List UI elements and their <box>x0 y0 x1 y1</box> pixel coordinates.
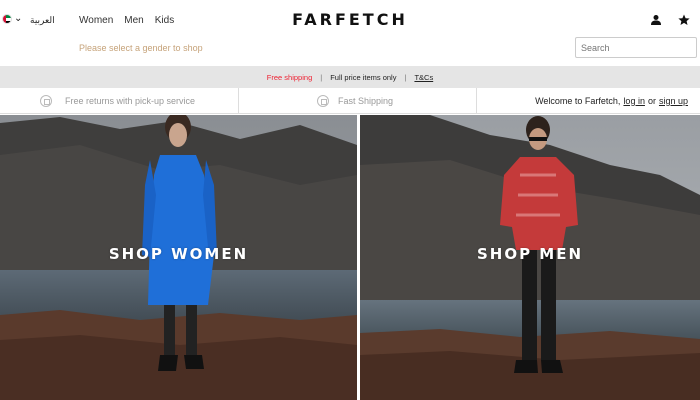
free-shipping-text: Free shipping <box>266 72 313 82</box>
login-link[interactable]: log in <box>623 96 645 106</box>
wishlist-star-icon[interactable] <box>678 14 690 26</box>
gender-hint: Please select a gender to shop <box>79 43 203 53</box>
returns-text: Free returns with pick-up service <box>65 95 196 106</box>
shipping-icon <box>317 94 329 107</box>
condition-text: Full price items only <box>330 72 397 82</box>
shop-women-label[interactable]: SHOP WOMEN <box>0 245 357 263</box>
shop-men-banner[interactable]: SHOP MEN <box>360 115 700 400</box>
separator: | <box>404 72 407 82</box>
account-icon[interactable] <box>650 14 662 26</box>
site-header: ⌄ العربية Women Men Kids FARFETCH Please… <box>0 0 700 66</box>
search-input[interactable] <box>575 37 697 58</box>
promo-bar: Free shipping | Full price items only | … <box>0 66 700 88</box>
or-text: or <box>647 95 656 106</box>
usp-returns: Free returns with pick-up service <box>0 88 239 113</box>
signup-link[interactable]: sign up <box>659 96 688 106</box>
shipping-text: Fast Shipping <box>338 95 394 106</box>
terms-link[interactable]: T&Cs <box>414 73 433 82</box>
welcome-text: Welcome to Farfetch, <box>535 95 621 106</box>
farfetch-logo[interactable]: FARFETCH <box>0 10 700 29</box>
header-icons <box>650 14 690 26</box>
welcome-message: Welcome to Farfetch, log in or sign up <box>477 88 700 113</box>
usp-shipping: Fast Shipping <box>239 88 477 113</box>
returns-icon <box>40 94 52 107</box>
separator: | <box>320 72 323 82</box>
usp-bar: Free returns with pick-up service Fast S… <box>0 88 700 114</box>
shop-women-banner[interactable]: SHOP WOMEN <box>0 115 357 400</box>
shop-men-label[interactable]: SHOP MEN <box>360 245 700 263</box>
